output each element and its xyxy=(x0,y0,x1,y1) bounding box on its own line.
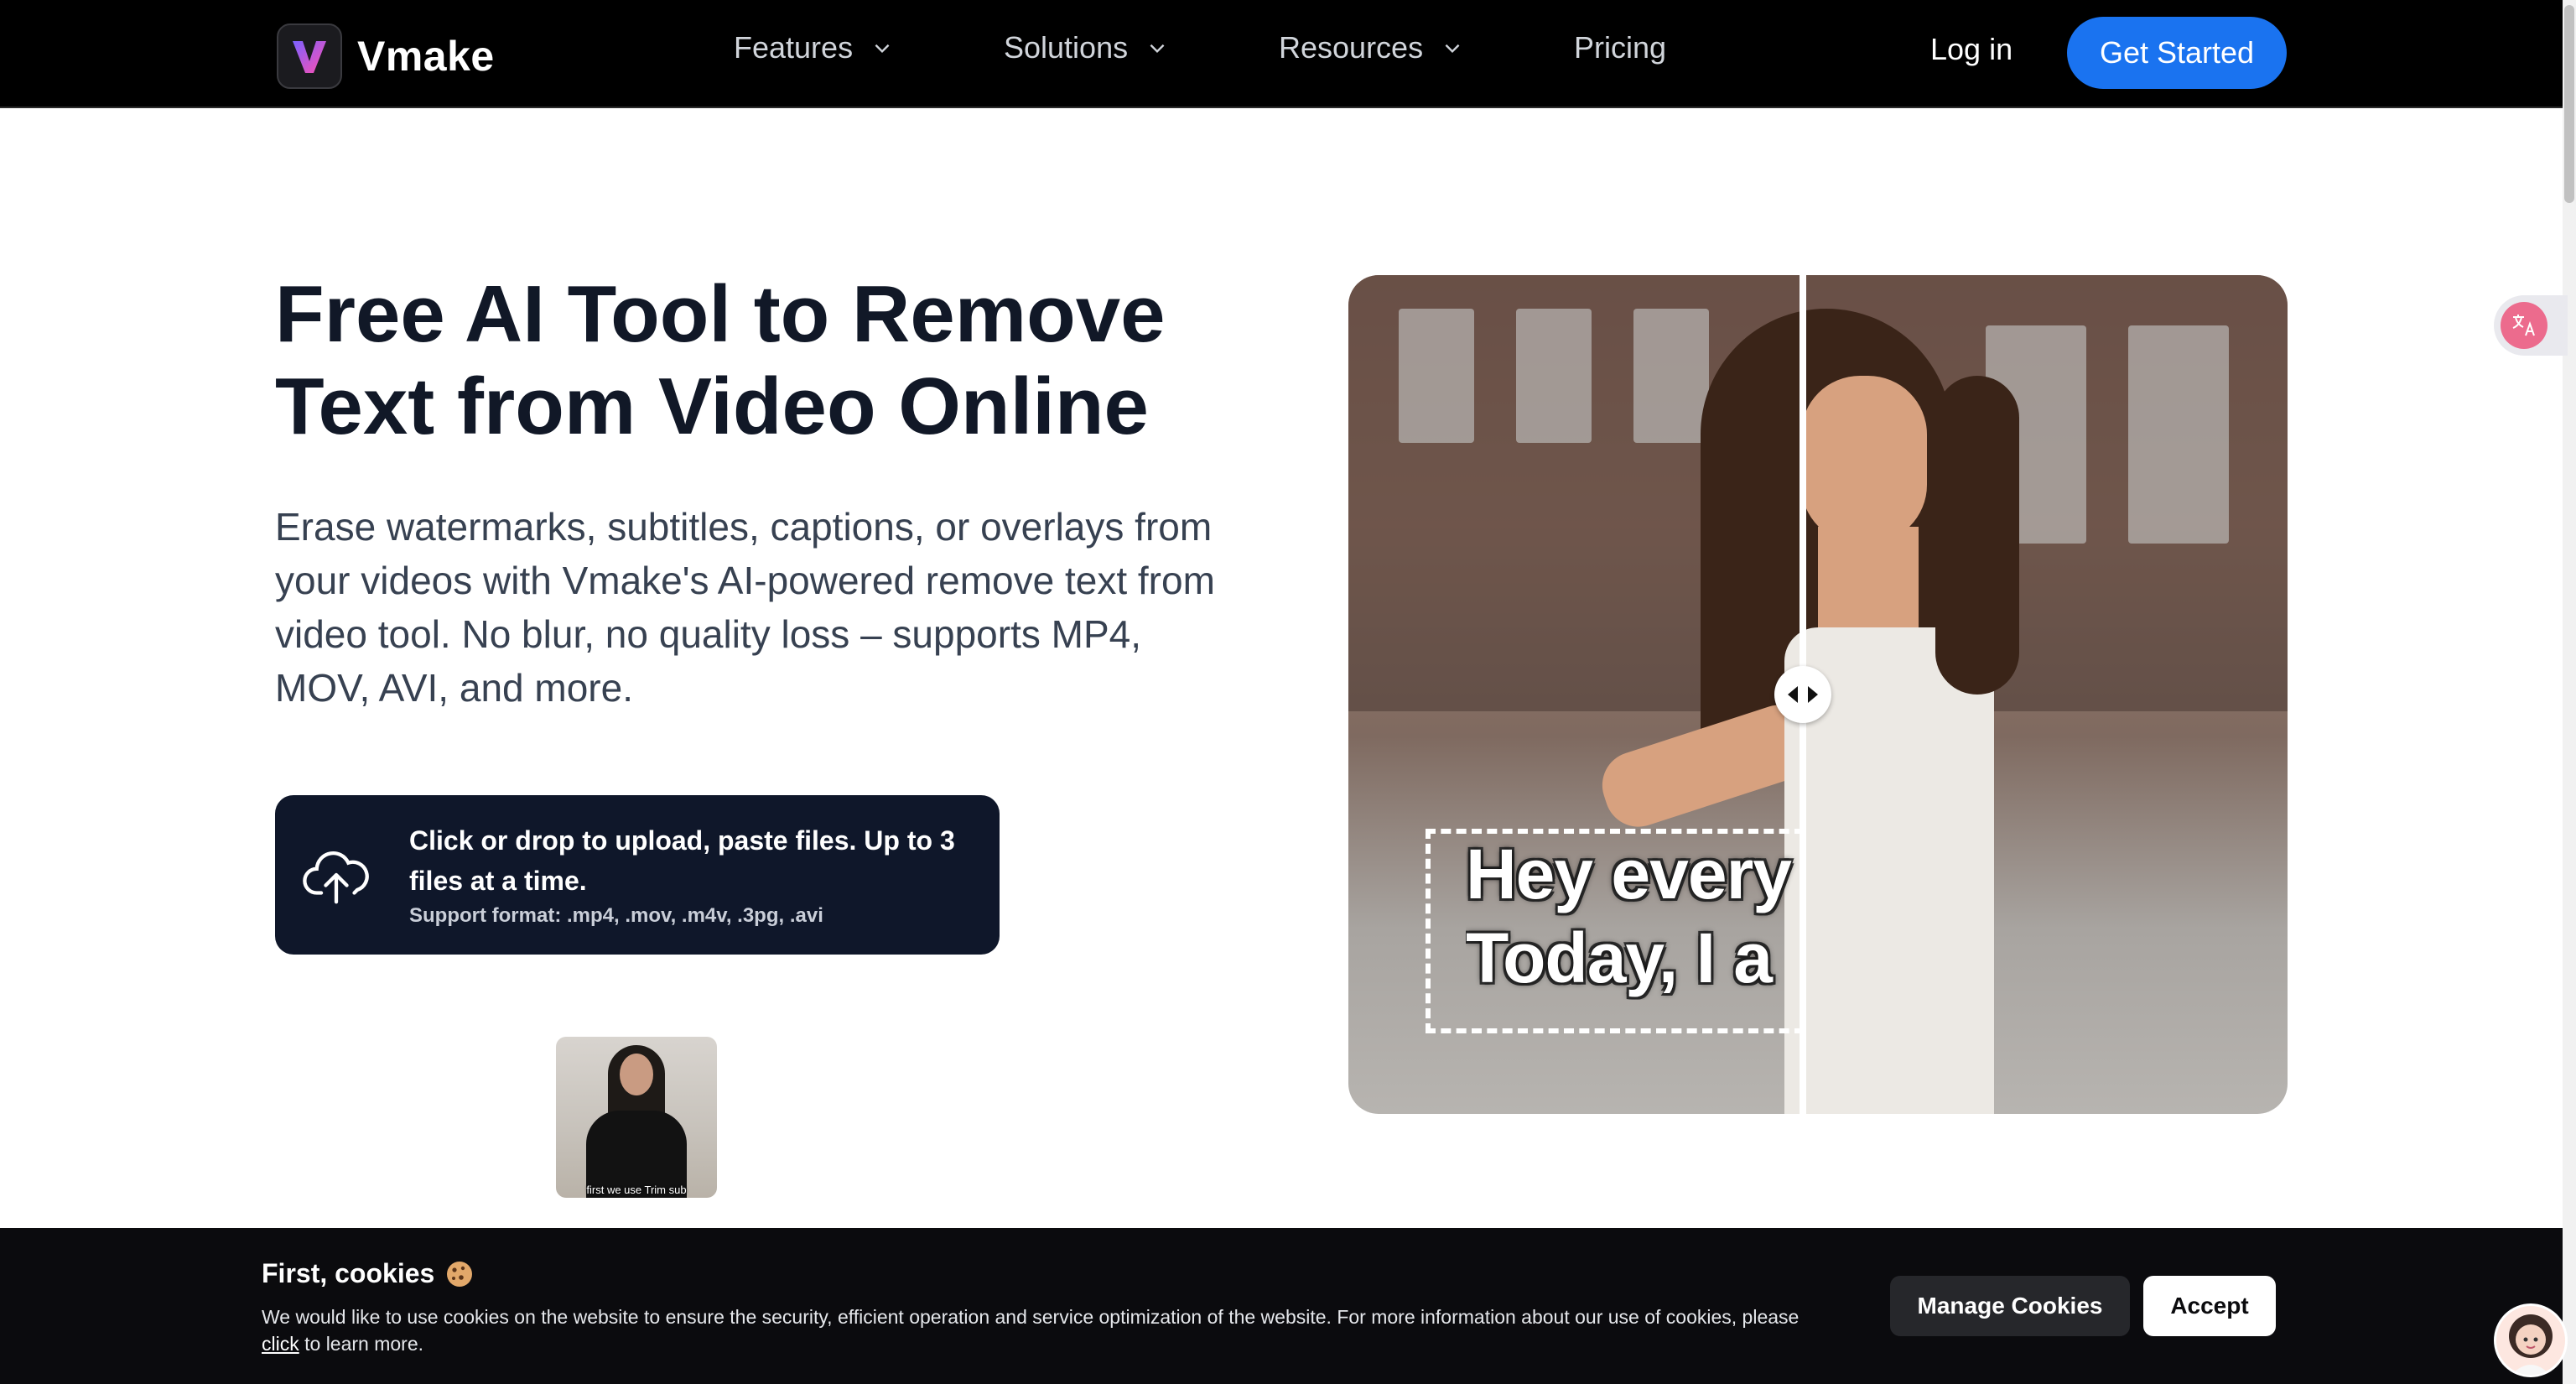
nav-features[interactable]: Features xyxy=(734,30,893,65)
sample-video-caption: first we use Trim sub xyxy=(586,1184,687,1196)
logo-text: Vmake xyxy=(357,33,495,80)
hero-description: Erase watermarks, subtitles, captions, o… xyxy=(275,505,1215,710)
nav-pricing[interactable]: Pricing xyxy=(1574,30,1666,65)
nav-solutions-label: Solutions xyxy=(1004,30,1129,65)
cloud-upload-icon xyxy=(303,851,369,904)
get-started-button[interactable]: Get Started xyxy=(2067,17,2287,89)
nav-pricing-label: Pricing xyxy=(1574,30,1667,65)
site-header: Vmake Features Solutions Resources Prici… xyxy=(0,0,2563,108)
manage-cookies-button[interactable]: Manage Cookies xyxy=(1890,1276,2130,1336)
page-scrollbar[interactable] xyxy=(2563,0,2576,1384)
translate-button[interactable] xyxy=(2494,295,2568,356)
vmake-logo-icon xyxy=(277,23,342,89)
overlay-caption-text: Hey every Today, I a xyxy=(1466,835,1792,997)
chevron-down-icon xyxy=(875,44,890,54)
upload-instructions: Click or drop to upload, paste files. Up… xyxy=(409,825,955,896)
comparison-slider-handle[interactable] xyxy=(1774,666,1831,723)
cookie-title: First, cookies xyxy=(262,1258,475,1289)
scrollbar-thumb[interactable] xyxy=(2564,5,2574,203)
support-chat-avatar[interactable] xyxy=(2494,1303,2568,1377)
page-title: Free AI Tool to Remove Text from Video O… xyxy=(275,269,1166,451)
nav-resources-label: Resources xyxy=(1279,30,1424,65)
cookie-banner: First, cookies We would like to use cook… xyxy=(0,1228,2563,1384)
nav-resources[interactable]: Resources xyxy=(1279,30,1463,65)
chevron-down-icon xyxy=(1445,44,1460,54)
vmake-logo[interactable]: Vmake xyxy=(277,23,495,89)
accept-cookies-button[interactable]: Accept xyxy=(2143,1276,2276,1336)
before-after-comparison[interactable]: Hey every Today, I a xyxy=(1348,275,2288,1114)
upload-formats: Support format: .mp4, .mov, .m4v, .3pg, … xyxy=(409,904,823,927)
nav-solutions[interactable]: Solutions xyxy=(1004,30,1168,65)
cookie-icon xyxy=(447,1261,473,1287)
upload-dropzone[interactable]: Click or drop to upload, paste files. Up… xyxy=(275,795,1000,955)
avatar-icon xyxy=(2509,1314,2553,1375)
left-right-arrows-icon xyxy=(1788,686,1818,703)
cookie-description: We would like to use cookies on the webs… xyxy=(262,1306,1800,1355)
chevron-down-icon xyxy=(1150,44,1165,54)
translate-icon xyxy=(2501,302,2547,349)
sample-video-thumbnail[interactable]: first we use Trim sub xyxy=(556,1037,717,1198)
cookie-learn-more-link[interactable]: click xyxy=(262,1333,299,1355)
nav-features-label: Features xyxy=(734,30,854,65)
login-link[interactable]: Log in xyxy=(1930,32,2012,67)
